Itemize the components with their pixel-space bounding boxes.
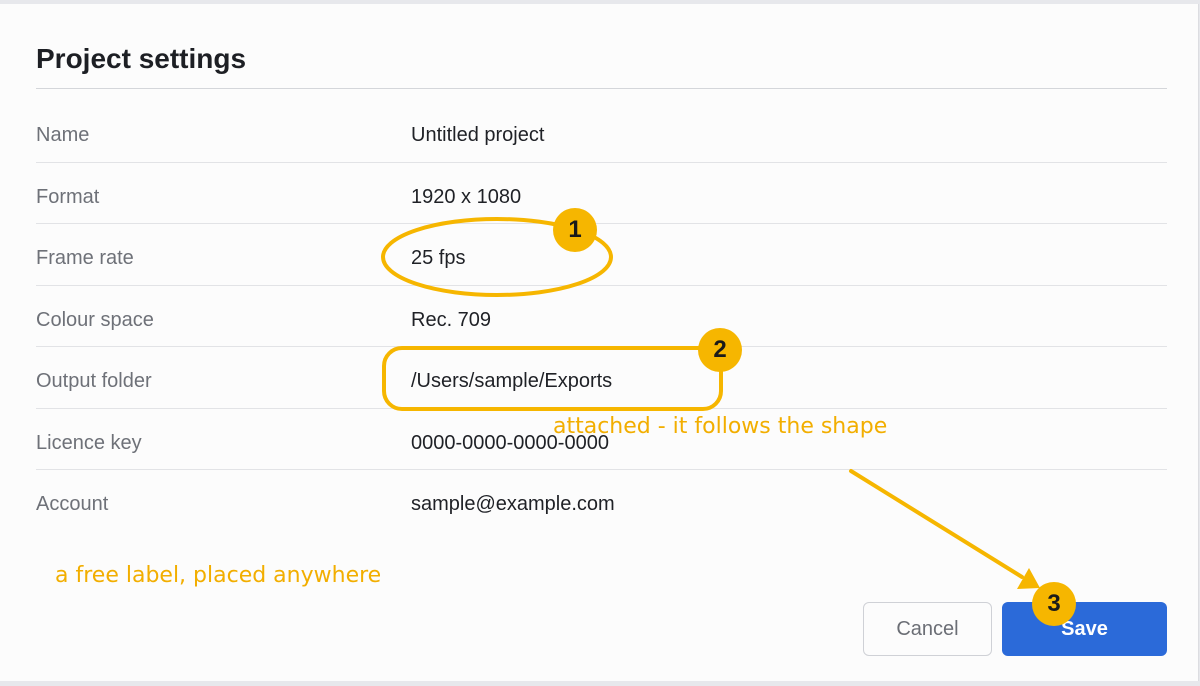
row-label: Licence key — [36, 431, 142, 454]
annotation-badge-2: 2 — [698, 328, 742, 372]
row-value[interactable]: 25 fps — [411, 246, 465, 270]
save-button[interactable]: Save — [1002, 602, 1167, 656]
settings-list: Name Untitled project Format 1920 x 1080… — [36, 101, 1167, 532]
settings-row-output-folder: Output folder /Users/sample/Exports — [36, 347, 1167, 409]
annotation-free-label: a free label, placed anywhere — [55, 563, 382, 588]
settings-row-account: Account sample@example.com — [36, 470, 1167, 532]
row-label: Frame rate — [36, 247, 134, 269]
settings-row-name: Name Untitled project — [36, 101, 1167, 163]
row-label: Output folder — [36, 370, 152, 392]
row-label: Account — [36, 493, 109, 515]
row-label: Format — [36, 185, 100, 208]
settings-row-frame-rate: Frame rate 25 fps — [36, 224, 1167, 286]
annotation-attached-label: attached - it follows the shape — [553, 414, 888, 439]
settings-row-format: Format 1920 x 1080 — [36, 163, 1167, 224]
settings-row-colour-space: Colour space Rec. 709 — [36, 286, 1167, 347]
annotation-badge-3: 3 — [1032, 582, 1076, 626]
row-value[interactable]: Rec. 709 — [411, 308, 491, 332]
annotation-badge-1: 1 — [553, 208, 597, 252]
row-value[interactable]: sample@example.com — [411, 492, 615, 516]
cancel-button[interactable]: Cancel — [863, 602, 992, 656]
row-value[interactable]: 1920 x 1080 — [411, 185, 521, 209]
row-label: Colour space — [36, 308, 154, 331]
row-value[interactable]: /Users/sample/Exports — [411, 369, 612, 393]
row-value[interactable]: Untitled project — [411, 123, 544, 147]
title-divider — [36, 88, 1167, 89]
dialog-title: Project settings — [36, 43, 247, 74]
row-label: Name — [36, 124, 90, 146]
